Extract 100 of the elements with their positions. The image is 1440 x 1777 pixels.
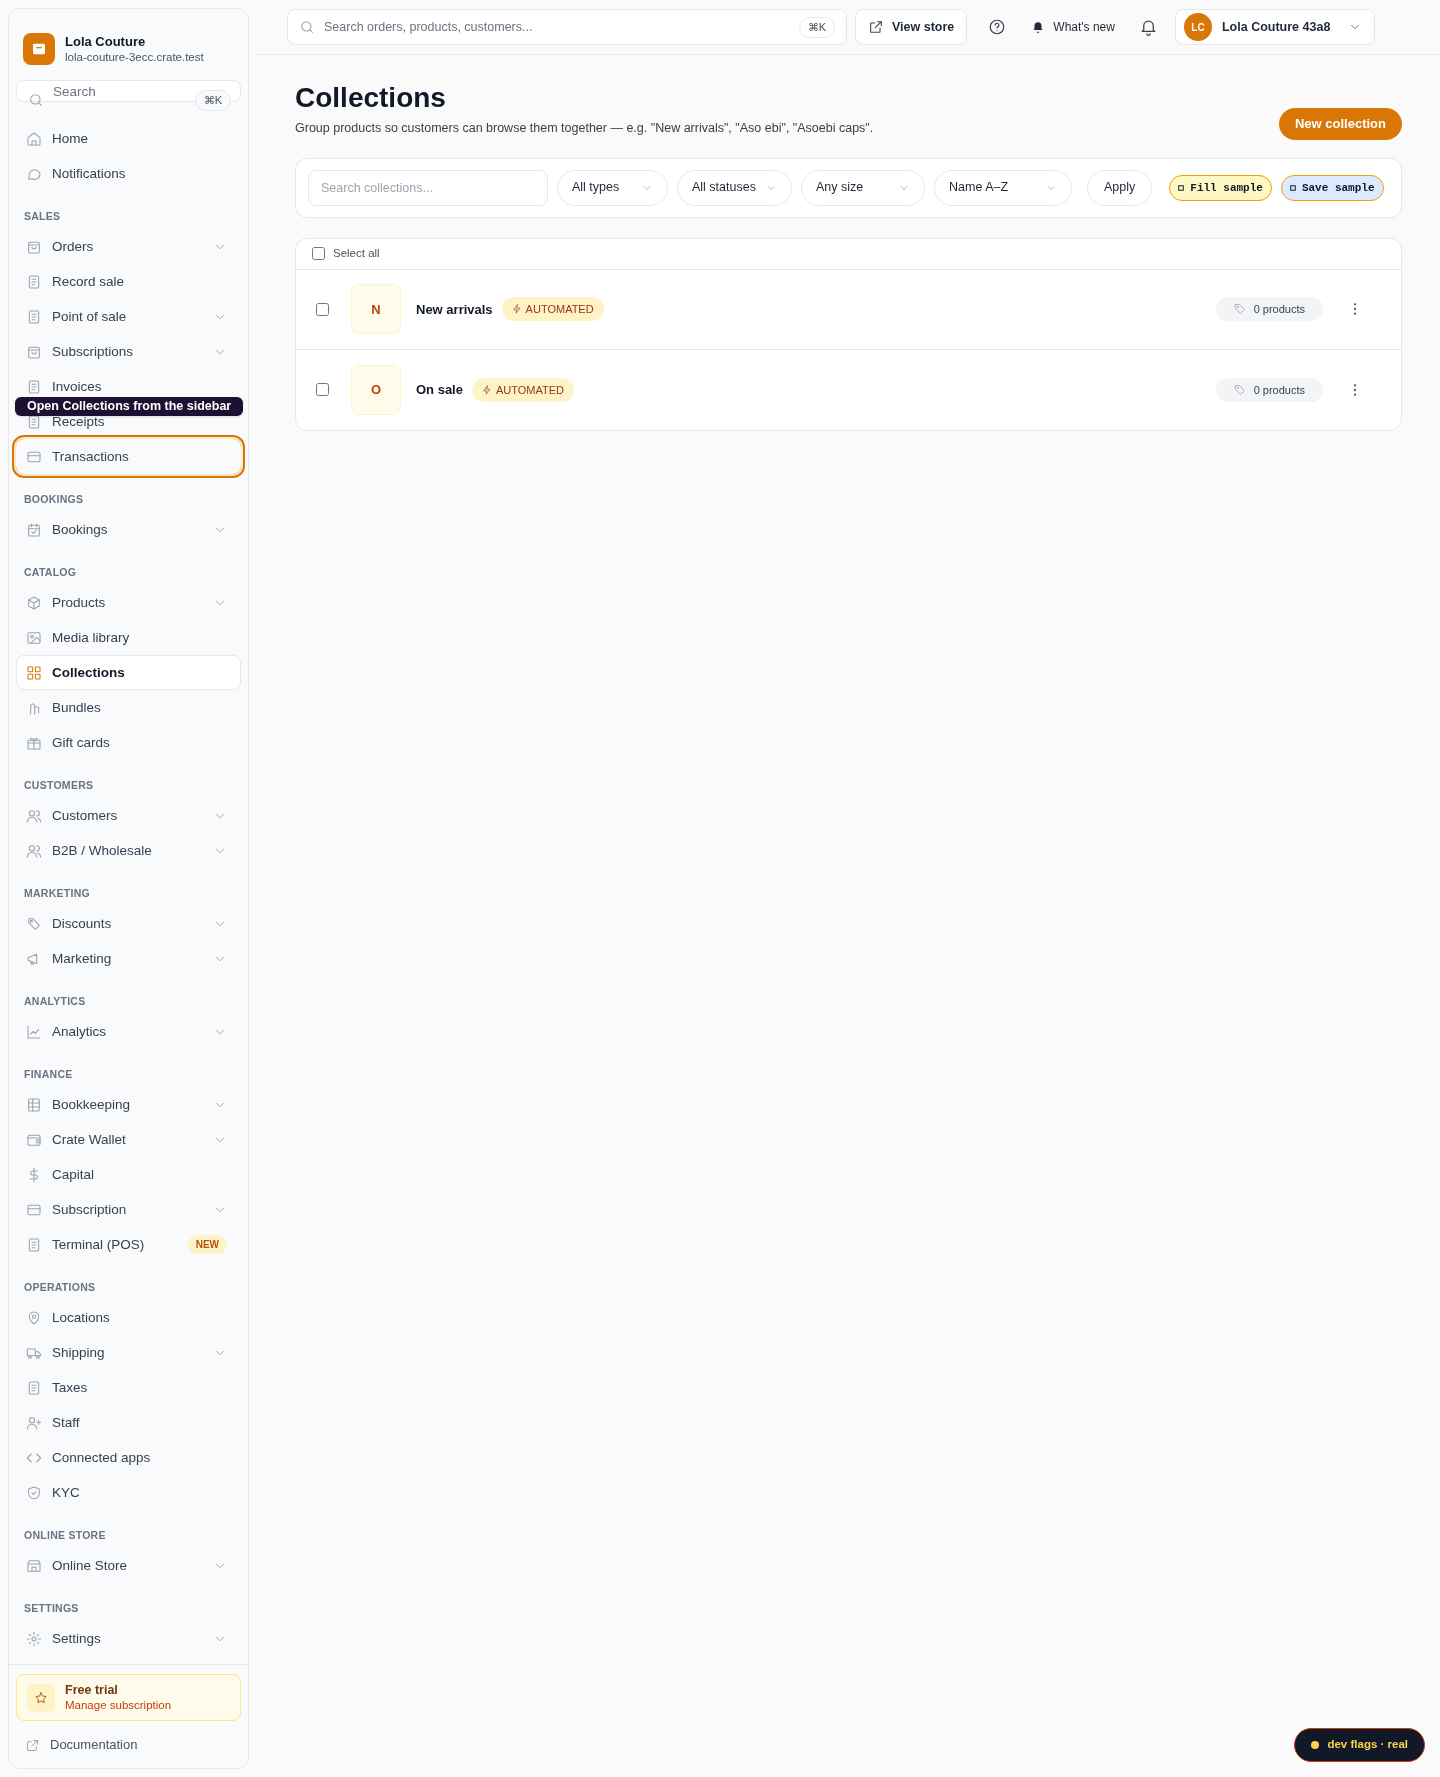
product-count-badge: 0 products — [1215, 377, 1323, 402]
page-subtitle: Group products so customers can browse them together — e.g. "New arrivals", "Aso ebi", "Asoebi caps". — [295, 120, 874, 137]
sidebar-item[interactable]: Locations — [16, 1300, 241, 1335]
sidebar-item[interactable]: Settings — [16, 1621, 241, 1656]
sidebar-item[interactable]: Home — [16, 121, 241, 156]
sidebar-item[interactable]: Terminal (POS) NEW — [16, 1227, 241, 1262]
collection-name[interactable]: New arrivals — [416, 299, 493, 319]
automated-badge: AUTOMATED — [501, 297, 604, 322]
sidebar-item[interactable]: Online Store — [16, 1548, 241, 1583]
collection-search-field[interactable]: Search collections... — [308, 169, 548, 206]
sidebar-item[interactable]: Marketing — [16, 941, 241, 976]
trial-title: Free trial — [65, 1682, 119, 1699]
documentation-link[interactable]: Documentation — [16, 1730, 241, 1760]
trial-subtitle: Manage subscription — [65, 1698, 172, 1713]
lightning-icon — [511, 304, 522, 315]
user-plus-icon — [26, 1414, 42, 1431]
sidebar-item[interactable]: KYC — [16, 1475, 241, 1510]
whats-new-button[interactable]: What's new — [1023, 9, 1123, 45]
sidebar-item[interactable]: Notifications — [16, 156, 241, 191]
collection-name[interactable]: On sale — [416, 380, 463, 400]
grid-icon — [26, 664, 42, 681]
collection-avatar: N — [351, 284, 401, 335]
document-icon — [26, 1236, 42, 1253]
external-link-icon — [868, 19, 884, 35]
sidebar-item[interactable]: Gift cards — [16, 725, 241, 760]
apply-button[interactable]: Apply — [1087, 169, 1153, 206]
section-label: MARKETING — [23, 886, 91, 901]
shield-icon — [26, 1484, 42, 1501]
document-icon — [26, 413, 42, 430]
sidebar-item[interactable]: Analytics — [16, 1014, 241, 1049]
save-sample-button[interactable]: Save sample — [1280, 174, 1384, 201]
account-menu-button[interactable]: LC Lola Couture 43a8 — [1174, 9, 1376, 45]
sidebar-item[interactable]: Bundles — [16, 690, 241, 725]
users-icon — [26, 807, 42, 824]
tag-icon — [1233, 383, 1246, 396]
sidebar-item[interactable]: Connected apps — [16, 1440, 241, 1475]
line-chart-icon — [26, 1023, 42, 1040]
document-icon — [26, 273, 42, 290]
box-icon — [26, 594, 42, 611]
document-icon — [26, 308, 42, 325]
section-label: ONLINE STORE — [23, 1528, 107, 1543]
search-icon — [28, 92, 44, 108]
star-icon — [34, 1690, 48, 1705]
sidebar-item[interactable]: Subscriptions — [16, 334, 241, 369]
filter-dropdown[interactable]: All types — [557, 169, 668, 206]
fill-sample-button[interactable]: Fill sample — [1169, 174, 1272, 201]
section-label: CATALOG — [23, 565, 78, 580]
lightning-icon — [481, 384, 492, 395]
sidebar-item[interactable]: Bookkeeping — [16, 1087, 241, 1122]
sidebar-item[interactable]: Discounts — [16, 906, 241, 941]
filter-dropdown[interactable]: All statuses — [677, 169, 792, 206]
store-name: Lola Couture — [65, 33, 147, 50]
section-label: FINANCE — [23, 1067, 74, 1082]
page-title: Collections — [295, 81, 447, 115]
sidebar-item[interactable]: Taxes — [16, 1370, 241, 1405]
ledger-icon — [26, 1096, 42, 1113]
section-label: OPERATIONS — [23, 1280, 97, 1295]
sidebar-item[interactable]: Crate Wallet — [16, 1122, 241, 1157]
sidebar-item[interactable]: Media library — [16, 620, 241, 655]
select-all-checkbox[interactable] — [312, 247, 325, 261]
document-icon — [26, 378, 42, 395]
new-badge: NEW — [187, 1235, 227, 1254]
section-label: CUSTOMERS — [23, 778, 95, 793]
view-store-button[interactable]: View store — [855, 9, 968, 45]
sidebar-item[interactable]: Point of sale — [16, 299, 241, 334]
free-trial-card[interactable]: Free trial Manage subscription — [16, 1674, 241, 1721]
store-domain: lola-couture-3ecc.crate.test — [65, 49, 204, 65]
sidebar-item[interactable]: B2B / Wholesale — [16, 833, 241, 868]
sidebar-item[interactable]: Shipping — [16, 1335, 241, 1370]
sidebar-item[interactable]: Products — [16, 585, 241, 620]
gear-icon — [26, 1630, 42, 1647]
section-label: SETTINGS — [23, 1601, 80, 1616]
sidebar-item[interactable]: Subscription — [16, 1192, 241, 1227]
sidebar-item[interactable]: Record sale — [16, 264, 241, 299]
automated-badge: AUTOMATED — [471, 377, 574, 402]
filter-dropdown[interactable]: Name A–Z — [934, 169, 1072, 206]
select-all-label: Select all — [333, 246, 380, 262]
filter-dropdown[interactable]: Any size — [801, 169, 925, 206]
external-link-icon — [25, 1737, 40, 1753]
archive-icon — [31, 41, 47, 57]
shortcut-badge: ⌘K — [194, 90, 231, 111]
dev-flags-pill[interactable]: dev flags · real — [1294, 1728, 1425, 1762]
sidebar-item[interactable]: Collections — [16, 655, 241, 690]
document-icon — [26, 1379, 42, 1396]
home-icon — [26, 130, 42, 147]
storefront-icon — [26, 1557, 42, 1574]
collection-avatar: O — [351, 364, 401, 415]
calendar-icon — [26, 521, 42, 538]
product-count-badge: 0 products — [1215, 297, 1323, 322]
sidebar-item[interactable]: Customers — [16, 798, 241, 833]
sidebar-item[interactable]: Capital — [16, 1157, 241, 1192]
search-icon — [299, 19, 315, 35]
sidebar-item[interactable]: Bookings — [16, 512, 241, 547]
row-checkbox[interactable] — [316, 302, 329, 316]
sidebar-item[interactable]: Transactions — [16, 439, 241, 474]
help-icon — [988, 18, 1007, 36]
sidebar-item[interactable]: Orders — [16, 229, 241, 264]
section-label: BOOKINGS — [23, 492, 85, 507]
sidebar-item[interactable]: Staff — [16, 1405, 241, 1440]
row-checkbox[interactable] — [316, 383, 329, 397]
